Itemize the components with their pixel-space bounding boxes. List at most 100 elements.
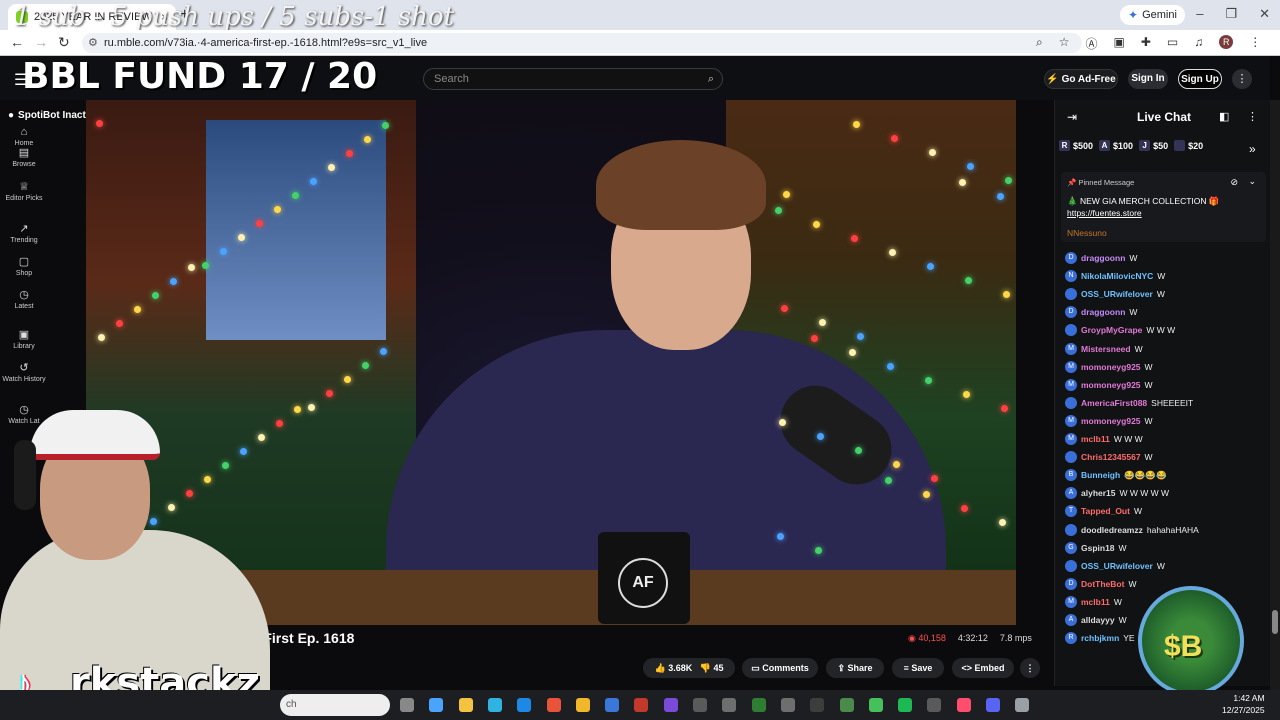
back-icon[interactable]: ← bbox=[10, 34, 24, 50]
header-more-icon[interactable]: ⋮ bbox=[1232, 69, 1252, 89]
chat-username[interactable]: Gspin18 bbox=[1081, 543, 1115, 553]
chat-username[interactable]: alldayyy bbox=[1081, 615, 1115, 625]
taskbar-search[interactable]: ch bbox=[280, 694, 390, 716]
save-button[interactable]: ≡ Save bbox=[892, 658, 944, 678]
sign-in-button[interactable]: Sign In bbox=[1128, 69, 1168, 89]
taskbar-app-icon[interactable] bbox=[839, 698, 854, 712]
taskbar-app-icon[interactable] bbox=[693, 698, 707, 712]
like-dislike-group[interactable]: 👍 3.68K 👎 45 bbox=[643, 658, 735, 678]
media-icon[interactable]: ♫ bbox=[1194, 35, 1203, 52]
profile-avatar[interactable]: R bbox=[1219, 35, 1234, 49]
chat-username[interactable]: DotTheBot bbox=[1081, 579, 1124, 589]
sidebar-item-home[interactable]: ⌂ Home bbox=[0, 126, 48, 147]
zoom-icon[interactable]: ⌕ bbox=[1036, 35, 1043, 52]
chat-scrollbar[interactable] bbox=[1270, 100, 1280, 720]
user-avatar[interactable]: M bbox=[1065, 378, 1077, 391]
rant-chip[interactable]: R $500 bbox=[1059, 140, 1093, 151]
user-avatar[interactable]: M bbox=[1065, 342, 1077, 355]
chat-username[interactable]: momoneyg925 bbox=[1081, 380, 1141, 390]
chat-username[interactable]: Bunneigh bbox=[1081, 470, 1120, 480]
user-avatar[interactable]: G bbox=[1065, 541, 1077, 554]
user-avatar[interactable]: M bbox=[1065, 595, 1077, 608]
taskbar-app-icon[interactable] bbox=[751, 698, 766, 712]
chat-username[interactable]: rchbjkmn bbox=[1081, 633, 1119, 643]
taskbar-app-icon[interactable] bbox=[487, 698, 502, 712]
search-input[interactable]: Search ⌕ bbox=[423, 68, 723, 90]
close-tab-icon[interactable]: × bbox=[161, 10, 168, 24]
sidebar-item-editor-picks[interactable]: ♕ Editor Picks bbox=[0, 180, 48, 202]
user-avatar[interactable]: M bbox=[1065, 414, 1077, 427]
share-button[interactable]: ⇪ Share bbox=[826, 658, 884, 678]
user-avatar[interactable] bbox=[1065, 396, 1077, 409]
url-field[interactable]: ⚙ ru.mble.com/v73ia.·4-america-first-ep.… bbox=[82, 33, 1082, 53]
chat-username[interactable]: AmericaFirst088 bbox=[1081, 398, 1147, 408]
chat-username[interactable]: alyher15 bbox=[1081, 488, 1116, 498]
taskbar-app-icon[interactable] bbox=[810, 698, 825, 712]
chat-username[interactable]: Mistersneed bbox=[1081, 344, 1131, 354]
extensions-puzzle-icon[interactable]: ✚ bbox=[1141, 35, 1151, 52]
new-tab-icon[interactable]: + bbox=[180, 6, 189, 24]
user-avatar[interactable]: B bbox=[1065, 469, 1077, 482]
chat-username[interactable]: mclb11 bbox=[1081, 597, 1110, 607]
user-avatar[interactable]: T bbox=[1065, 505, 1077, 518]
chat-username[interactable]: doodledreamzz bbox=[1081, 525, 1143, 535]
user-avatar[interactable]: D bbox=[1065, 252, 1077, 264]
chat-username[interactable]: draggoonn bbox=[1081, 307, 1125, 317]
user-avatar[interactable]: A bbox=[1065, 614, 1077, 626]
forward-icon[interactable]: → bbox=[34, 34, 48, 50]
taskbar-app-icon[interactable] bbox=[663, 698, 678, 712]
taskbar-app-icon[interactable] bbox=[898, 698, 913, 712]
taskbar-app-icon[interactable] bbox=[1015, 698, 1030, 712]
user-avatar[interactable] bbox=[1065, 559, 1077, 572]
user-avatar[interactable]: M bbox=[1065, 360, 1077, 373]
comments-button[interactable]: ▭ Comments bbox=[742, 658, 818, 678]
chat-username[interactable]: momoneyg925 bbox=[1081, 416, 1141, 426]
taskbar-app-icon[interactable] bbox=[517, 698, 532, 712]
taskbar-app-icon[interactable] bbox=[868, 698, 883, 712]
system-clock[interactable]: 1:42 AM 12/27/2025 bbox=[1222, 692, 1265, 716]
user-avatar[interactable]: A bbox=[1065, 487, 1077, 500]
chat-username[interactable]: OSS_URwifelover bbox=[1081, 289, 1153, 299]
taskbar-app-icon[interactable] bbox=[722, 698, 737, 712]
user-avatar[interactable] bbox=[1065, 523, 1077, 536]
user-avatar[interactable] bbox=[1065, 451, 1077, 464]
chat-username[interactable]: NikolaMilovicNYC bbox=[1081, 271, 1153, 281]
chat-username[interactable]: OSS_URwifelover bbox=[1081, 561, 1153, 571]
taskbar-app-icon[interactable] bbox=[400, 698, 414, 712]
hide-eye-icon[interactable]: ⊘ bbox=[1230, 177, 1238, 188]
chat-more-icon[interactable]: ⋮ bbox=[1247, 110, 1258, 123]
cast-icon[interactable]: ▭ bbox=[1167, 35, 1178, 52]
user-avatar[interactable]: M bbox=[1065, 433, 1077, 445]
maximize-icon[interactable]: ❐ bbox=[1225, 6, 1237, 22]
collapse-chat-icon[interactable]: ⇥ bbox=[1067, 110, 1077, 124]
browser-menu-icon[interactable]: ⋮ bbox=[1249, 35, 1261, 52]
sidebar-item-trending[interactable]: ↗ Trending bbox=[0, 222, 48, 244]
site-info-icon[interactable]: ⚙ bbox=[88, 33, 98, 53]
taskbar-app-icon[interactable] bbox=[986, 698, 1000, 712]
rants-next-icon[interactable]: » bbox=[1249, 142, 1256, 156]
user-avatar[interactable]: D bbox=[1065, 306, 1077, 319]
close-window-icon[interactable]: ✕ bbox=[1259, 6, 1270, 22]
gemini-button[interactable]: ✦ Gemini bbox=[1120, 5, 1185, 25]
taskbar-app-icon[interactable] bbox=[546, 698, 561, 712]
video-more-icon[interactable]: ⋮ bbox=[1020, 658, 1040, 678]
sidebar-item-library[interactable]: ▣ Library bbox=[0, 328, 48, 350]
chat-username[interactable]: draggoonn bbox=[1081, 253, 1125, 263]
user-avatar[interactable]: D bbox=[1065, 577, 1077, 590]
rant-chip[interactable]: $20 bbox=[1174, 140, 1203, 151]
bookmark-star-icon[interactable]: ☆ bbox=[1059, 35, 1070, 52]
taskbar-app-icon[interactable] bbox=[429, 698, 444, 712]
thumbs-up-icon[interactable]: 👍 bbox=[654, 663, 665, 673]
user-avatar[interactable]: N bbox=[1065, 270, 1077, 283]
user-avatar[interactable] bbox=[1065, 288, 1077, 301]
chat-username[interactable]: momoneyg925 bbox=[1081, 362, 1141, 372]
taskbar-app-icon[interactable] bbox=[780, 698, 795, 712]
browser-tab[interactable]: 2025 YEAR IN REVIEW | A × bbox=[8, 4, 176, 30]
taskbar-app-icon[interactable] bbox=[575, 698, 590, 712]
user-avatar[interactable]: R bbox=[1065, 632, 1077, 645]
sidebar-item-watch-history[interactable]: ↺ Watch History bbox=[0, 361, 48, 383]
user-avatar[interactable] bbox=[1065, 324, 1077, 337]
thumbs-down-icon[interactable]: 👎 bbox=[700, 663, 711, 673]
pinned-link[interactable]: https://fuentes.store bbox=[1067, 208, 1142, 218]
extension-icon[interactable]: ▣ bbox=[1114, 35, 1125, 52]
